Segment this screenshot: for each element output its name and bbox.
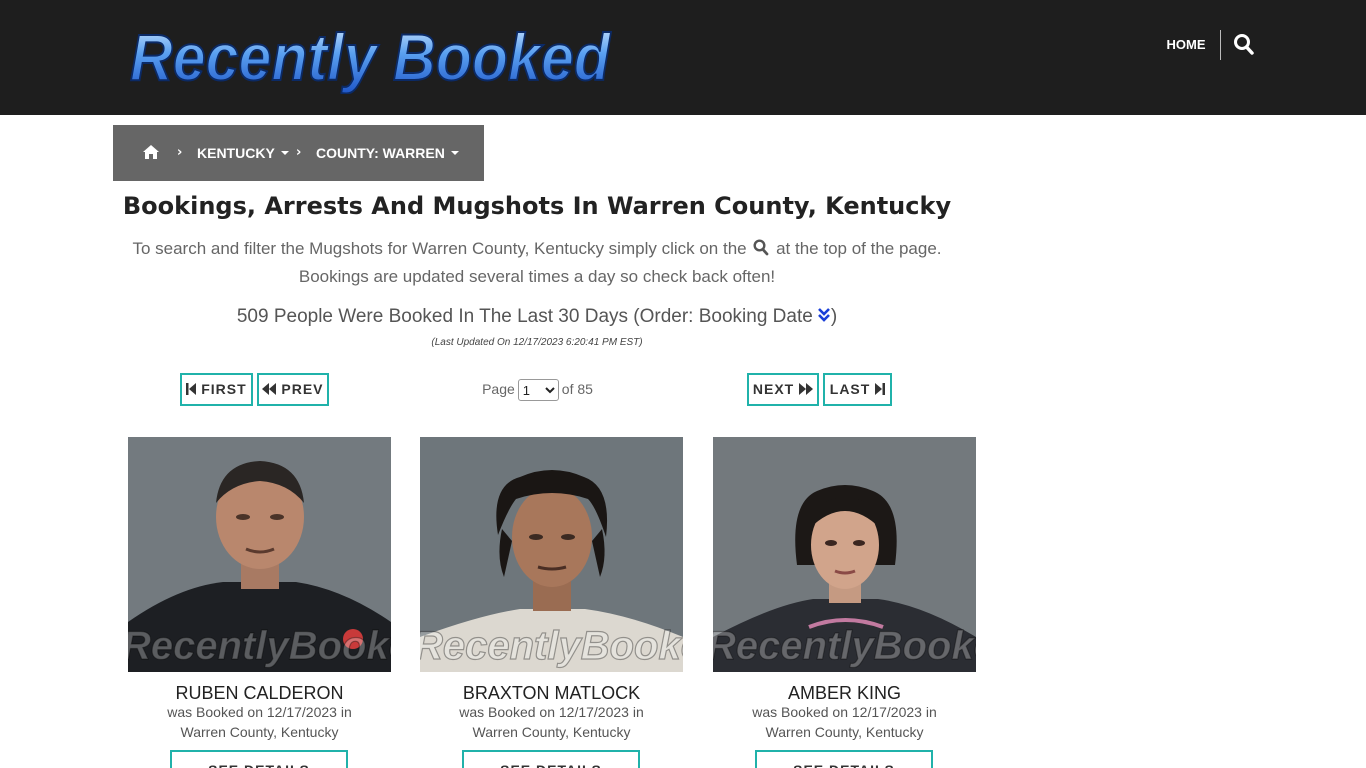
site-logo[interactable]: Recently Booked [126,18,616,94]
booking-count: 509 People Were Booked In The Last 30 Da… [113,303,961,332]
booking-info: was Booked on 12/17/2023 in Warren Count… [713,702,976,742]
see-details-button[interactable]: SEE DETAILS [755,750,933,768]
step-backward-icon [186,383,197,395]
site-header: Recently Booked HOME [0,0,1366,115]
last-page-label: LAST [829,381,871,397]
booking-count-close: ) [830,306,838,327]
page-select[interactable]: 1 [517,379,559,402]
first-page-button[interactable]: FIRST [180,373,253,406]
watermark: RecentlyBooked.com [713,624,976,668]
breadcrumb-state-label: KENTUCKY [197,145,275,161]
mugshot-photo[interactable]: RecentlyBooked.com [128,437,391,672]
double-chevron-down-icon[interactable] [817,304,831,332]
breadcrumb-separator: › [296,145,302,160]
caret-down-icon [280,151,289,156]
forward-icon [799,383,814,395]
intro-text-after: at the top of the page. [776,239,942,258]
nav-home-link[interactable]: HOME [1160,34,1212,56]
first-page-label: FIRST [201,381,247,397]
last-page-button[interactable]: LAST [823,373,892,406]
breadcrumb-separator: › [177,145,183,160]
intro-text-line2: Bookings are updated several times a day… [298,267,776,286]
booking-card: RecentlyBooked.com AMBER KING was Booked… [713,437,976,768]
prev-page-button[interactable]: PREV [257,373,329,406]
prev-page-label: PREV [281,381,324,397]
next-page-label: NEXT [752,381,795,397]
mugshot-photo[interactable]: RecentlyBooked.com [713,437,976,672]
booking-info: was Booked on 12/17/2023 in Warren Count… [420,702,683,742]
logo-text: Recently Booked [130,20,612,94]
search-icon[interactable] [1233,33,1255,57]
booking-date-text: was Booked on 12/17/2023 in [459,704,644,720]
breadcrumb-county-label: COUNTY: WARREN [316,145,445,161]
breadcrumb: › KENTUCKY › COUNTY: WARREN [113,125,484,181]
caret-down-icon [450,151,459,156]
booking-location-text: Warren County, Kentucky [765,724,924,740]
booking-date-text: was Booked on 12/17/2023 in [167,704,352,720]
watermark: RecentlyBooked.com [420,624,683,668]
next-page-button[interactable]: NEXT [747,373,819,406]
backward-icon [262,383,277,395]
breadcrumb-state-dropdown[interactable]: KENTUCKY [197,125,289,181]
booking-location-text: Warren County, Kentucky [472,724,631,740]
search-icon [753,238,769,264]
breadcrumb-home[interactable] [142,125,160,181]
see-details-button[interactable]: SEE DETAILS [462,750,640,768]
booking-date-text: was Booked on 12/17/2023 in [752,704,937,720]
page-count: of 85 [561,381,593,397]
see-details-button[interactable]: SEE DETAILS [170,750,348,768]
mugshot-photo[interactable]: RecentlyBooked.com [420,437,683,672]
page-title: Bookings, Arrests And Mugshots In Warren… [122,192,952,220]
nav-divider [1220,30,1221,60]
booking-card: RecentlyBooked.com BRAXTON MATLOCK was B… [420,437,683,768]
booking-location-text: Warren County, Kentucky [180,724,339,740]
step-forward-icon [875,383,886,395]
page-label: Page [482,381,515,397]
home-icon [143,145,159,159]
booking-count-text: 509 People Were Booked In The Last 30 Da… [236,306,813,327]
page-selector: Page 1 of 85 [470,376,605,402]
watermark: RecentlyBooked.com [128,624,391,668]
last-updated: (Last Updated On 12/17/2023 6:20:41 PM E… [431,337,643,348]
intro-text: To search and filter the Mugshots for Wa… [113,236,961,290]
intro-text-before: To search and filter the Mugshots for Wa… [132,239,747,258]
booking-card: RecentlyBooked.com RUBEN CALDERON was Bo… [128,437,391,768]
booking-info: was Booked on 12/17/2023 in Warren Count… [128,702,391,742]
breadcrumb-county-dropdown[interactable]: COUNTY: WARREN [316,125,459,181]
